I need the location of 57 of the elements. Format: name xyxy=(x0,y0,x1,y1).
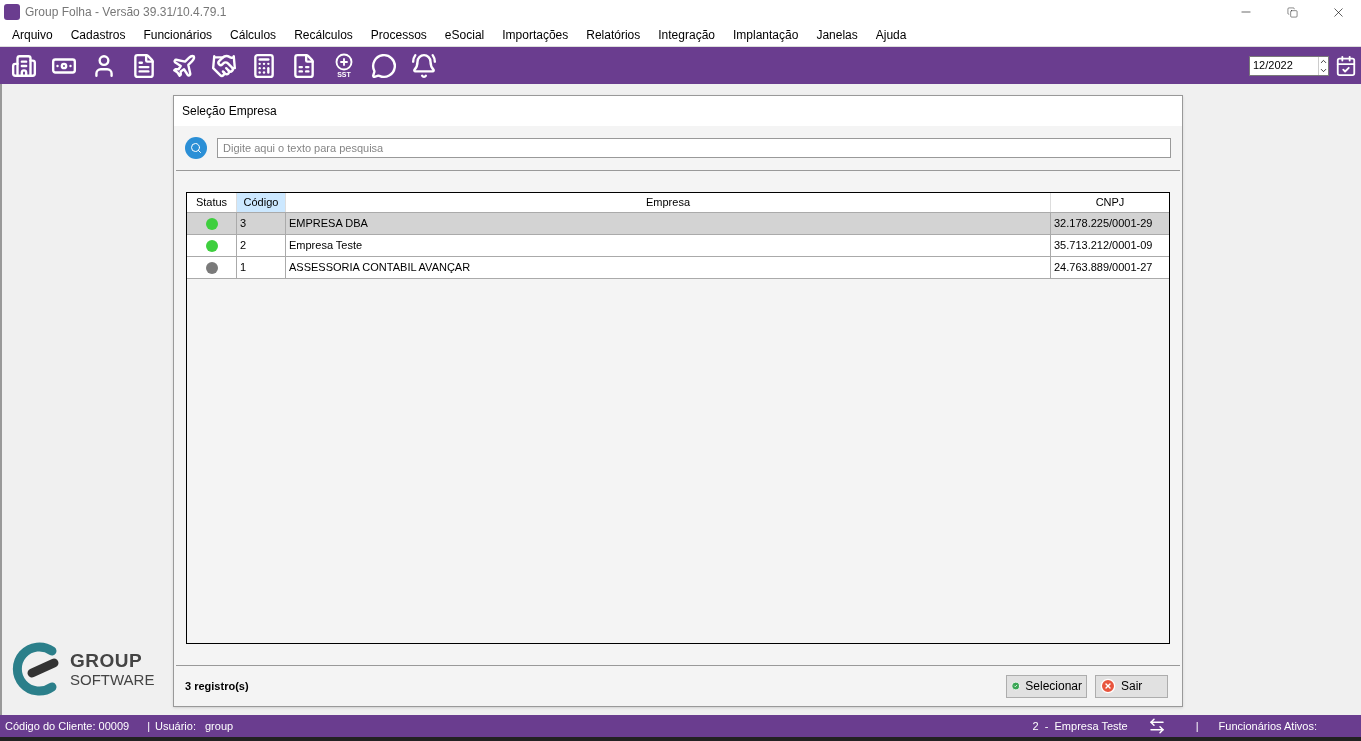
plane-icon xyxy=(171,52,197,79)
switch-icon[interactable] xyxy=(1147,717,1166,735)
table-cell-text: 24.763.889/0001-27 xyxy=(1053,260,1154,276)
table-row[interactable]: 1 ASSESSORIA CONTABIL AVANÇAR 24.763.889/0001-27 xyxy=(187,257,1169,279)
separator: | xyxy=(1195,718,1199,734)
period-spinner[interactable]: 12/2022 xyxy=(1249,55,1329,76)
table-cell-text: 35.713.212/0001-09 xyxy=(1053,238,1154,254)
invoice-icon xyxy=(131,52,157,79)
record-count: 3 registro(s) xyxy=(185,678,249,694)
document-icon xyxy=(291,52,317,79)
menu-item[interactable]: Funcionários xyxy=(134,26,222,44)
table-row[interactable]: 2 Empresa Teste 35.713.212/0001-09 xyxy=(187,235,1169,257)
cancel-icon xyxy=(1100,678,1116,694)
menu-item[interactable]: Arquivo xyxy=(3,26,62,44)
user-label: Usuário: xyxy=(155,718,196,734)
separator: | xyxy=(147,718,150,734)
menu-item[interactable]: Cálculos xyxy=(221,26,286,44)
menu-item[interactable]: Processos xyxy=(361,26,436,44)
search-field[interactable]: Digite aqui o texto para pesquisa xyxy=(217,138,1171,158)
bell-icon xyxy=(411,52,437,79)
plus-icon xyxy=(335,53,353,71)
table-cell: EMPRESA DBA xyxy=(286,213,1051,234)
column-header[interactable]: Código xyxy=(237,193,286,212)
table-row[interactable]: 3 EMPRESA DBA 32.178.225/0001-29 xyxy=(187,213,1169,235)
restore-icon xyxy=(1286,6,1298,18)
menu-item[interactable]: Relatórios xyxy=(577,26,650,44)
calculator-icon xyxy=(251,52,277,79)
menu-item[interactable]: Integração xyxy=(649,26,724,44)
table-cell: 3 xyxy=(237,213,286,234)
select-button[interactable]: Selecionar xyxy=(1006,674,1087,698)
dialog-title: Seleção Empresa xyxy=(182,103,277,120)
app-icon xyxy=(4,4,20,20)
table-cell-text: 32.178.225/0001-29 xyxy=(1053,216,1154,232)
table-cell: Empresa Teste xyxy=(286,235,1051,256)
logo-text: GROUP xyxy=(70,651,144,670)
chat-icon xyxy=(371,52,397,79)
user-name: group xyxy=(205,718,234,734)
search-icon xyxy=(185,137,207,159)
handshake-icon xyxy=(211,52,237,79)
menu-item[interactable]: Janelas xyxy=(807,26,867,44)
menu-item[interactable]: Cadastros xyxy=(61,26,135,44)
table-cell: 1 xyxy=(237,257,286,278)
active-employees-label: Funcionários Ativos: xyxy=(1218,718,1317,734)
table-cell: 2 xyxy=(237,235,286,256)
logo-subtext: SOFTWARE xyxy=(70,672,155,687)
menu-item[interactable]: Ajuda xyxy=(866,26,916,44)
building-icon xyxy=(11,52,37,79)
calendar-icon[interactable] xyxy=(1335,54,1357,77)
window-title: Group Folha - Versão 39.31/10.4.79.1 xyxy=(25,4,227,21)
client-code: Código do Cliente: 00009 xyxy=(5,718,130,734)
table-cell: ASSESSORIA CONTABIL AVANÇAR xyxy=(286,257,1051,278)
current-company: 2 - Empresa Teste xyxy=(1032,718,1128,734)
menu-item[interactable]: eSocial xyxy=(435,26,494,44)
menu-item[interactable]: Implantação xyxy=(724,26,808,44)
menu-item[interactable]: Importações xyxy=(493,26,578,44)
exit-button[interactable]: Sair xyxy=(1095,674,1168,698)
menu-item[interactable]: Recálculos xyxy=(285,26,362,44)
